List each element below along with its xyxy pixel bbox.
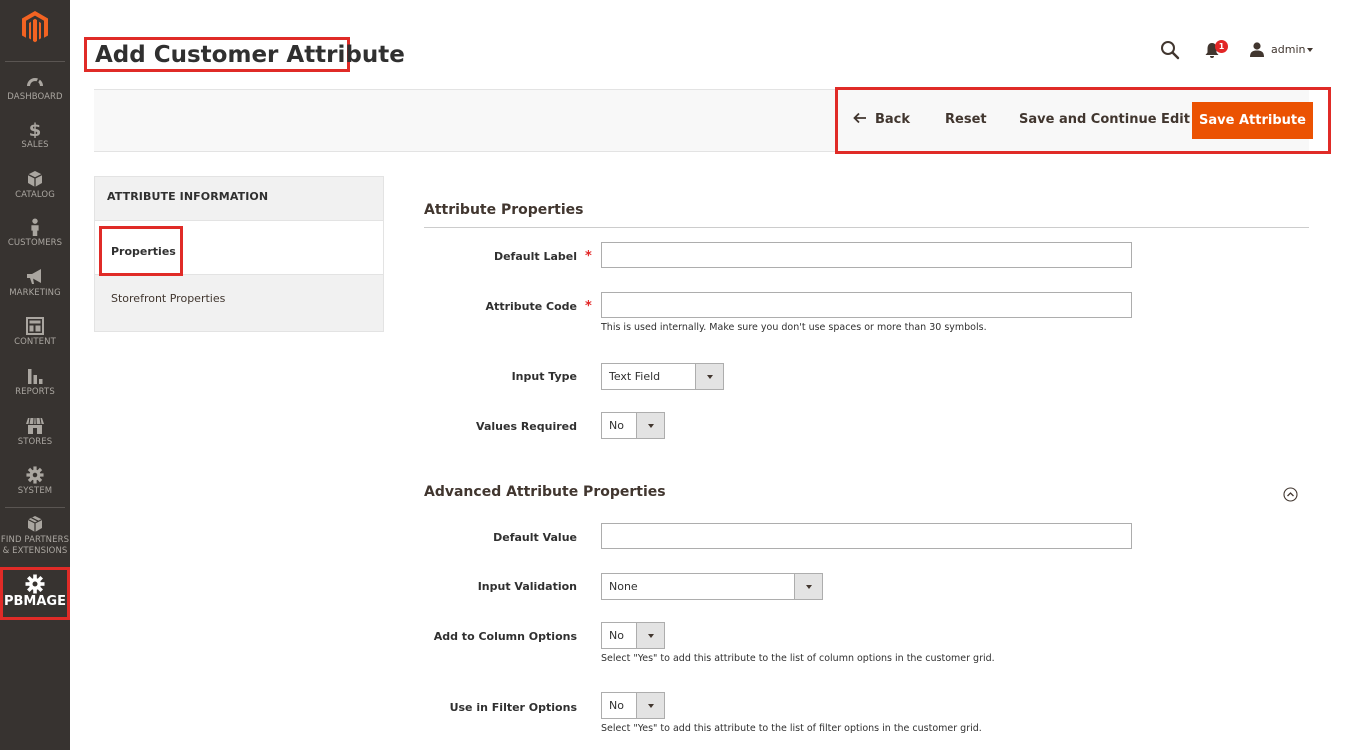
input-type-label: Input Type — [511, 370, 577, 383]
select-toggle — [636, 623, 664, 648]
cube-icon — [27, 171, 43, 187]
menu-label: CATALOG — [15, 190, 55, 200]
default-label-label: Default Label — [493, 250, 577, 263]
bar-chart-icon — [28, 369, 43, 384]
add-column-options-select[interactable]: No — [601, 622, 665, 649]
input-validation-select[interactable]: None — [601, 573, 823, 600]
notification-count-badge[interactable]: 1 — [1215, 40, 1228, 53]
menu-label: FIND PARTNERS — [0, 535, 70, 545]
megaphone-icon — [27, 269, 41, 284]
arrow-left-icon — [853, 112, 866, 124]
add-column-options-note: Select "Yes" to add this attribute to th… — [601, 653, 995, 664]
chevron-down-icon — [806, 585, 812, 589]
attribute-code-note: This is used internally. Make sure you d… — [601, 322, 987, 333]
svg-text:$: $ — [29, 120, 42, 138]
default-value-input[interactable] — [601, 523, 1132, 549]
add-column-options-label: Add to Column Options — [433, 630, 577, 643]
page-title-highlight: Add Customer Attribute — [84, 37, 405, 72]
gear-icon — [25, 574, 45, 594]
menu-label: STORES — [17, 437, 53, 447]
menu-item-content[interactable]: CONTENT — [0, 317, 70, 348]
input-type-select[interactable]: Text Field — [601, 363, 724, 390]
section-title-attribute-properties: Attribute Properties — [424, 202, 584, 218]
menu-item-marketing[interactable]: MARKETING — [0, 268, 70, 299]
user-menu[interactable]: admin — [1271, 43, 1305, 57]
menu-label: CUSTOMERS — [7, 238, 63, 248]
storefront-icon — [26, 417, 44, 434]
default-value-label: Default Value — [493, 531, 577, 544]
menu-item-find-partners[interactable]: FIND PARTNERS & EXTENSIONS — [0, 515, 70, 557]
select-toggle — [695, 364, 723, 389]
chevron-down-icon[interactable] — [1307, 48, 1313, 52]
chevron-down-icon — [648, 704, 654, 708]
menu-item-stores[interactable]: STORES — [0, 417, 70, 448]
page-title: Add Customer Attribute — [95, 42, 405, 68]
dashboard-icon — [27, 78, 43, 88]
menu-label: DASHBOARD — [7, 92, 63, 102]
tabs-title: ATTRIBUTE INFORMATION — [107, 190, 269, 203]
save-attribute-button[interactable]: Save Attribute — [1192, 102, 1313, 139]
chevron-down-icon — [648, 634, 654, 638]
section-divider — [424, 227, 1309, 228]
menu-item-reports[interactable]: REPORTS — [0, 367, 70, 398]
menu-item-sales[interactable]: $ SALES — [0, 120, 70, 151]
default-label-input[interactable] — [601, 242, 1132, 268]
menu-item-pbmage[interactable]: PBMAGE — [0, 567, 70, 620]
back-button[interactable]: Back — [853, 105, 910, 135]
menu-item-dashboard[interactable]: DASHBOARD — [0, 72, 70, 103]
menu-item-customers[interactable]: CUSTOMERS — [0, 218, 70, 249]
menu-label: PBMAGE — [4, 594, 66, 609]
menu-label: SALES — [21, 140, 49, 150]
filter-options-label: Use in Filter Options — [449, 701, 577, 714]
required-asterisk: * — [585, 249, 592, 264]
input-validation-value: None — [609, 580, 638, 593]
values-required-select[interactable]: No — [601, 412, 665, 439]
filter-options-select[interactable]: No — [601, 692, 665, 719]
magento-logo-icon[interactable] — [20, 10, 50, 44]
input-validation-label: Input Validation — [477, 580, 577, 593]
menu-label: SYSTEM — [17, 486, 53, 496]
menu-label: CONTENT — [14, 337, 56, 347]
tab-properties-label[interactable]: Properties — [111, 245, 176, 258]
box-icon — [27, 516, 43, 532]
filter-options-value: No — [609, 699, 624, 712]
search-icon[interactable] — [1160, 40, 1180, 60]
menu-item-catalog[interactable]: CATALOG — [0, 170, 70, 201]
attribute-code-label: Attribute Code — [485, 300, 577, 313]
reset-button[interactable]: Reset — [945, 105, 987, 135]
chevron-down-icon — [707, 375, 713, 379]
menu-item-system[interactable]: SYSTEM — [0, 466, 70, 497]
back-button-label: Back — [875, 112, 911, 127]
chevron-down-icon — [648, 424, 654, 428]
select-toggle — [794, 574, 822, 599]
person-icon — [31, 218, 39, 236]
input-type-value: Text Field — [609, 370, 661, 383]
filter-options-note: Select "Yes" to add this attribute to th… — [601, 723, 982, 734]
menu-divider — [5, 61, 65, 62]
select-toggle — [636, 413, 664, 438]
menu-divider — [5, 507, 65, 508]
user-icon[interactable] — [1249, 42, 1265, 57]
dollar-icon: $ — [29, 120, 42, 138]
required-asterisk: * — [585, 299, 592, 314]
values-required-label: Values Required — [476, 420, 577, 433]
values-required-value: No — [609, 419, 624, 432]
menu-label: MARKETING — [9, 288, 61, 298]
layout-icon — [26, 317, 44, 335]
save-and-continue-button[interactable]: Save and Continue Edit — [1019, 105, 1190, 135]
chevron-up-circle-icon[interactable] — [1283, 487, 1298, 502]
gear-icon — [26, 466, 44, 484]
admin-menu: DASHBOARD $ SALES CATALOG CUSTOMERS MARK… — [0, 0, 70, 750]
tab-storefront-properties[interactable]: Storefront Properties — [111, 292, 225, 305]
menu-label: REPORTS — [15, 387, 55, 397]
add-column-options-value: No — [609, 629, 624, 642]
attribute-code-input[interactable] — [601, 292, 1132, 318]
section-title-advanced[interactable]: Advanced Attribute Properties — [424, 484, 666, 500]
select-toggle — [636, 693, 664, 718]
menu-label: & EXTENSIONS — [2, 546, 68, 556]
